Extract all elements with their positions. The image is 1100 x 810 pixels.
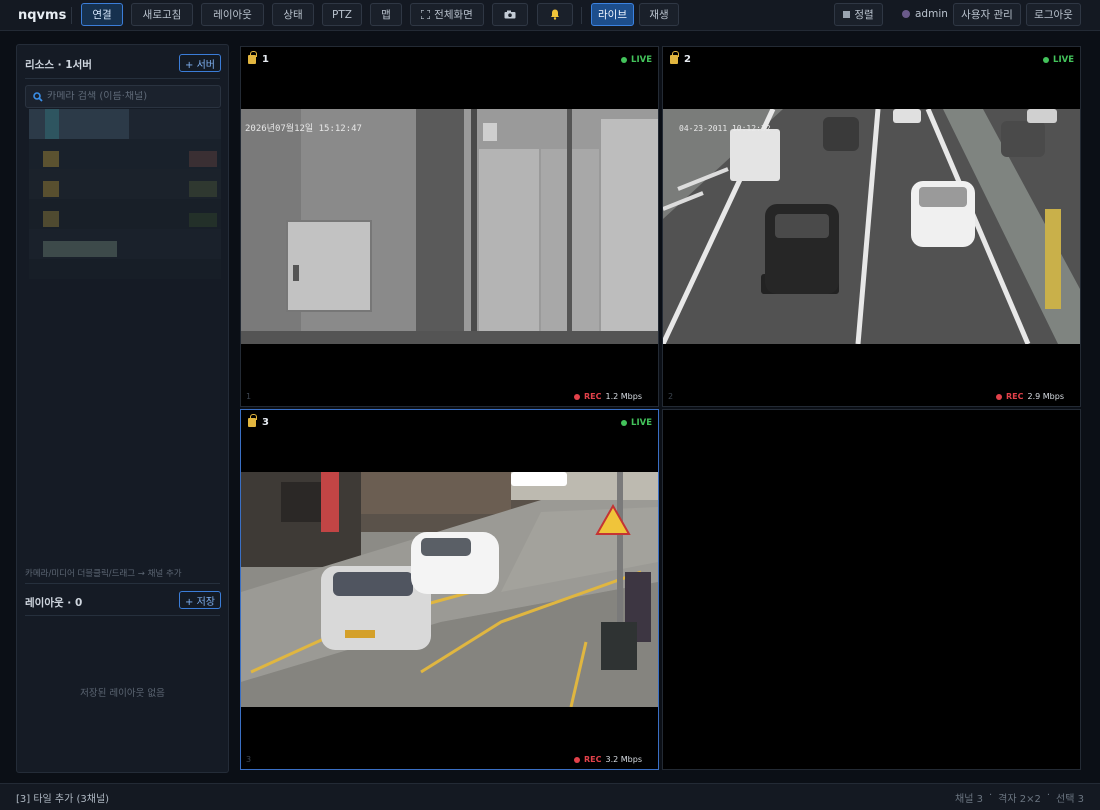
sort-button[interactable]: 정렬 <box>834 3 883 26</box>
rec-dot-icon <box>574 756 580 763</box>
video-tile-1[interactable]: 2026년07월12일 15:12:47 1 LIVE 1 REC 1.2 Mb… <box>240 46 659 407</box>
live-tab[interactable]: 라이브 <box>591 3 634 26</box>
status-bar: [3] 타일 추가 (3채널) 채널 3 · 격자 2×2 · 선택 3 <box>0 783 1100 810</box>
live-dot-icon <box>1043 57 1050 63</box>
save-layout-button[interactable]: + 저장 <box>179 591 221 609</box>
divider <box>25 615 220 616</box>
resource-tree[interactable] <box>29 109 221 279</box>
sort-label: 정렬 <box>854 9 874 21</box>
camera-feed-1: 2026년07월12일 15:12:47 <box>241 109 658 344</box>
bitrate: 3.2 Mbps <box>605 755 643 764</box>
camera-icon <box>504 10 516 19</box>
tile-index: 3 <box>246 755 252 764</box>
divider <box>25 78 220 79</box>
resources-title: 리소스 · 1서버 <box>25 59 92 71</box>
divider <box>71 7 72 24</box>
osd-timestamp-1: 2026년07월12일 15:12:47 <box>245 122 362 134</box>
user-name: admin <box>915 8 948 20</box>
alarm-button[interactable] <box>537 3 573 26</box>
snapshot-button[interactable] <box>492 3 528 26</box>
live-dot-icon <box>621 420 628 426</box>
empty-layouts: 저장된 레이아웃 없음 <box>80 688 165 699</box>
separator: · <box>988 790 993 801</box>
logout-button[interactable]: 로그아웃 <box>1026 3 1081 26</box>
channel-count: 채널 3 <box>955 794 983 805</box>
bitrate: 2.9 Mbps <box>1027 392 1065 401</box>
live-label: LIVE <box>631 418 652 428</box>
lock-icon <box>248 414 257 427</box>
selected-count: 선택 3 <box>1056 794 1084 805</box>
sidebar: 리소스 · 1서버 + 서버 카메라/미디어 더블클릭/드래그 → 채널 추가 … <box>16 44 229 773</box>
tile-name: 1 <box>262 54 269 65</box>
fullscreen-icon <box>421 10 431 19</box>
bitrate: 1.2 Mbps <box>605 392 643 401</box>
connect-button[interactable]: 연결 <box>81 3 123 26</box>
divider <box>581 7 582 24</box>
video-tile-3[interactable]: 3 LIVE 3 REC 3.2 Mbps <box>240 409 659 770</box>
add-server-button[interactable]: + 서버 <box>179 54 221 72</box>
tile-header: 2 <box>670 51 691 65</box>
ptz-button[interactable]: PTZ <box>322 3 362 26</box>
tile-header: 3 <box>248 414 269 428</box>
live-label: LIVE <box>1053 55 1074 65</box>
sidebar-hint: 카메라/미디어 더블클릭/드래그 → 채널 추가 <box>25 569 182 579</box>
rec-label: REC <box>1006 392 1024 401</box>
divider <box>25 583 220 584</box>
grid-size: 격자 2×2 <box>998 794 1041 805</box>
camera-feed-3 <box>241 472 658 707</box>
fullscreen-button[interactable]: 전체화면 <box>410 3 484 26</box>
separator: · <box>1046 790 1051 801</box>
osd-timestamp-2: 04-23-2011 10:12:32 <box>679 124 771 133</box>
rec-label: REC <box>584 392 602 401</box>
status-message: [3] 타일 추가 (3채널) <box>16 794 110 805</box>
layouts-title: 레이아웃 · 0 <box>25 597 83 609</box>
live-indicator: LIVE <box>1043 55 1074 65</box>
refresh-button[interactable]: 새로고침 <box>131 3 193 26</box>
video-tile-2[interactable]: 04-23-2011 10:12:32 2 LIVE 2 REC 2.9 Mbp… <box>662 46 1081 407</box>
rec-indicator: REC 1.2 Mbps <box>574 392 642 401</box>
tile-header: 1 <box>248 51 269 65</box>
rec-dot-icon <box>996 393 1002 400</box>
lock-icon <box>670 51 679 64</box>
live-dot-icon <box>621 57 628 63</box>
user-info[interactable]: admin <box>902 8 948 20</box>
search-input[interactable] <box>47 91 212 102</box>
app-title: nqvms <box>18 8 67 23</box>
grid-icon <box>843 11 851 18</box>
video-tile-empty[interactable] <box>662 409 1081 770</box>
live-label: LIVE <box>631 55 652 65</box>
tile-name: 3 <box>262 417 269 428</box>
search-icon <box>33 91 43 102</box>
lock-icon <box>248 51 257 64</box>
status-button[interactable]: 상태 <box>272 3 314 26</box>
fullscreen-label: 전체화면 <box>434 9 473 21</box>
rec-label: REC <box>584 755 602 764</box>
playback-tab[interactable]: 재생 <box>639 3 679 26</box>
live-indicator: LIVE <box>621 55 652 65</box>
bell-icon <box>551 9 559 20</box>
layout-button[interactable]: 레이아웃 <box>201 3 264 26</box>
camera-feed-2: 04-23-2011 10:12:32 <box>663 109 1080 344</box>
map-button[interactable]: 맵 <box>370 3 402 26</box>
rec-indicator: REC 3.2 Mbps <box>574 755 642 764</box>
tile-index: 1 <box>246 392 252 401</box>
top-bar: nqvms 연결 새로고침 레이아웃 상태 PTZ 맵 전체화면 라이브 재생 … <box>0 0 1100 31</box>
rec-dot-icon <box>574 393 580 400</box>
camera-search[interactable] <box>25 85 221 108</box>
rec-indicator: REC 2.9 Mbps <box>996 392 1064 401</box>
user-icon <box>902 10 910 18</box>
tile-name: 2 <box>684 54 691 65</box>
tile-index: 2 <box>668 392 674 401</box>
user-manage-button[interactable]: 사용자 관리 <box>953 3 1021 26</box>
live-indicator: LIVE <box>621 418 652 428</box>
status-summary: 채널 3 · 격자 2×2 · 선택 3 <box>955 790 1084 805</box>
